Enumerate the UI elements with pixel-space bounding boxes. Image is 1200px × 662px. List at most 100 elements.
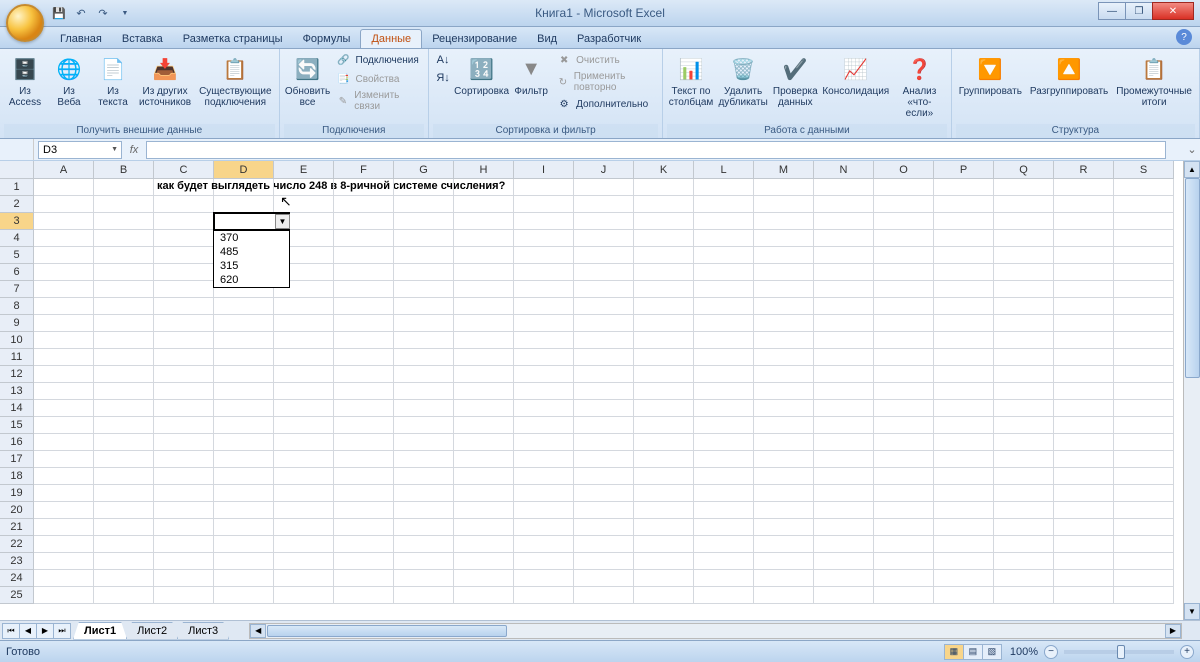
cell-N9[interactable] <box>814 315 874 332</box>
cell-B14[interactable] <box>94 400 154 417</box>
cell-I5[interactable] <box>514 247 574 264</box>
cell-K16[interactable] <box>634 434 694 451</box>
save-icon[interactable]: 💾 <box>50 4 68 22</box>
cell-N15[interactable] <box>814 417 874 434</box>
tab-view[interactable]: Вид <box>527 30 567 48</box>
cell-O15[interactable] <box>874 417 934 434</box>
cell-C20[interactable] <box>154 502 214 519</box>
cell-Q7[interactable] <box>994 281 1054 298</box>
column-header-B[interactable]: B <box>94 161 154 179</box>
cell-G15[interactable] <box>394 417 454 434</box>
cell-S3[interactable] <box>1114 213 1174 230</box>
cell-D25[interactable] <box>214 587 274 604</box>
cell-F11[interactable] <box>334 349 394 366</box>
minimize-button[interactable]: — <box>1098 2 1126 20</box>
cell-C21[interactable] <box>154 519 214 536</box>
cell-S8[interactable] <box>1114 298 1174 315</box>
cell-B15[interactable] <box>94 417 154 434</box>
cell-Q2[interactable] <box>994 196 1054 213</box>
from-access-button[interactable]: 🗄️Из Access <box>4 51 46 110</box>
select-all-corner[interactable] <box>0 161 34 179</box>
column-header-F[interactable]: F <box>334 161 394 179</box>
cell-G2[interactable] <box>394 196 454 213</box>
cell-M6[interactable] <box>754 264 814 281</box>
cell-D22[interactable] <box>214 536 274 553</box>
help-icon[interactable]: ? <box>1176 29 1192 45</box>
cell-N21[interactable] <box>814 519 874 536</box>
cell-S10[interactable] <box>1114 332 1174 349</box>
cell-Q21[interactable] <box>994 519 1054 536</box>
cell-H2[interactable] <box>454 196 514 213</box>
from-text-button[interactable]: 📄Из текста <box>92 51 134 110</box>
cell-E18[interactable] <box>274 468 334 485</box>
clear-filter-button[interactable]: ✖Очистить <box>554 51 658 69</box>
cell-K19[interactable] <box>634 485 694 502</box>
office-button[interactable] <box>6 4 44 42</box>
cell-I15[interactable] <box>514 417 574 434</box>
cell-K7[interactable] <box>634 281 694 298</box>
cell-B11[interactable] <box>94 349 154 366</box>
cell-C18[interactable] <box>154 468 214 485</box>
cell-B23[interactable] <box>94 553 154 570</box>
cell-A4[interactable] <box>34 230 94 247</box>
cell-F14[interactable] <box>334 400 394 417</box>
cell-B17[interactable] <box>94 451 154 468</box>
cell-I4[interactable] <box>514 230 574 247</box>
cell-N11[interactable] <box>814 349 874 366</box>
cell-Q9[interactable] <box>994 315 1054 332</box>
cell-S17[interactable] <box>1114 451 1174 468</box>
cell-D21[interactable] <box>214 519 274 536</box>
cell-H9[interactable] <box>454 315 514 332</box>
column-header-Q[interactable]: Q <box>994 161 1054 179</box>
row-header-1[interactable]: 1 <box>0 179 34 196</box>
cell-L11[interactable] <box>694 349 754 366</box>
cell-D18[interactable] <box>214 468 274 485</box>
pagelayout-view-icon[interactable]: ▤ <box>963 644 983 660</box>
redo-icon[interactable]: ↷ <box>94 4 112 22</box>
cell-B18[interactable] <box>94 468 154 485</box>
cell-F6[interactable] <box>334 264 394 281</box>
zoom-handle[interactable] <box>1117 645 1125 659</box>
cell-Q25[interactable] <box>994 587 1054 604</box>
scroll-right-icon[interactable]: ▶ <box>1165 624 1181 638</box>
cell-A1[interactable] <box>34 179 94 196</box>
cell-G10[interactable] <box>394 332 454 349</box>
row-header-11[interactable]: 11 <box>0 349 34 366</box>
cell-C15[interactable] <box>154 417 214 434</box>
cell-N22[interactable] <box>814 536 874 553</box>
cell-G23[interactable] <box>394 553 454 570</box>
dropdown-option[interactable]: 620 <box>214 273 289 287</box>
cell-O17[interactable] <box>874 451 934 468</box>
cell-S25[interactable] <box>1114 587 1174 604</box>
cell-K17[interactable] <box>634 451 694 468</box>
zoom-in-button[interactable]: + <box>1180 645 1194 659</box>
cell-O8[interactable] <box>874 298 934 315</box>
cell-Q1[interactable] <box>994 179 1054 196</box>
cell-F1[interactable] <box>334 179 394 196</box>
cell-S2[interactable] <box>1114 196 1174 213</box>
cell-R24[interactable] <box>1054 570 1114 587</box>
cell-R20[interactable] <box>1054 502 1114 519</box>
cell-A12[interactable] <box>34 366 94 383</box>
cell-P7[interactable] <box>934 281 994 298</box>
cell-M22[interactable] <box>754 536 814 553</box>
cell-H15[interactable] <box>454 417 514 434</box>
cell-O25[interactable] <box>874 587 934 604</box>
cell-O23[interactable] <box>874 553 934 570</box>
tab-data[interactable]: Данные <box>360 29 422 48</box>
cell-G14[interactable] <box>394 400 454 417</box>
cell-K1[interactable] <box>634 179 694 196</box>
cell-L12[interactable] <box>694 366 754 383</box>
cell-L8[interactable] <box>694 298 754 315</box>
cell-Q3[interactable] <box>994 213 1054 230</box>
row-header-10[interactable]: 10 <box>0 332 34 349</box>
row-header-25[interactable]: 25 <box>0 587 34 604</box>
maximize-button[interactable]: ❐ <box>1125 2 1153 20</box>
cell-B2[interactable] <box>94 196 154 213</box>
cell-M12[interactable] <box>754 366 814 383</box>
cell-N24[interactable] <box>814 570 874 587</box>
cell-M24[interactable] <box>754 570 814 587</box>
tab-developer[interactable]: Разработчик <box>567 30 651 48</box>
dropdown-option[interactable]: 315 <box>214 259 289 273</box>
cell-F22[interactable] <box>334 536 394 553</box>
